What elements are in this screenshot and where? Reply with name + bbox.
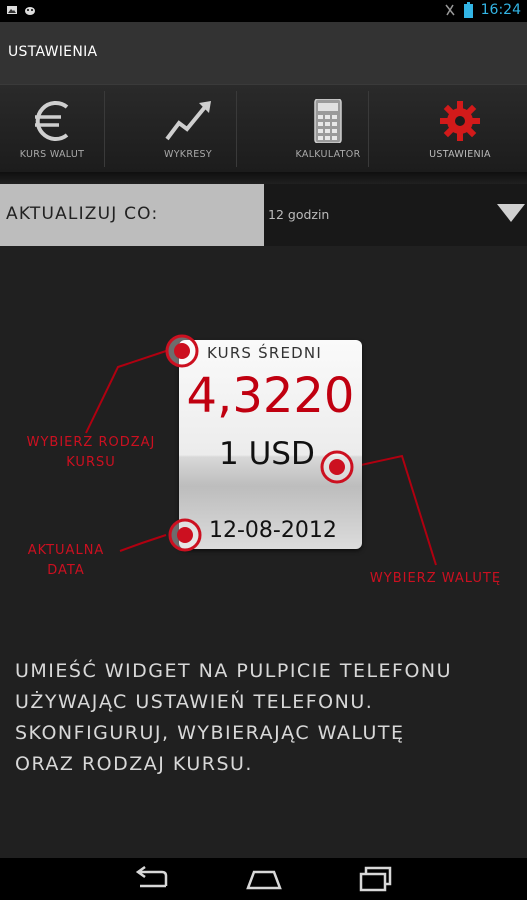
callout-date: AKTUALNA DATA <box>10 541 122 581</box>
back-button-icon[interactable] <box>132 866 172 892</box>
action-bar: USTAWIENIA <box>0 22 527 84</box>
refresh-label: AKTUALIZUJ CO: <box>6 204 159 224</box>
tab-divider <box>368 91 369 167</box>
refresh-setting-row: AKTUALIZUJ CO: 12 godzin <box>0 184 527 246</box>
refresh-label-box: AKTUALIZUJ CO: <box>0 184 264 246</box>
tab-divider <box>236 91 237 167</box>
android-notification-icon <box>25 7 35 15</box>
chart-up-icon <box>165 101 211 141</box>
callout-rate-type-line1: WYBIERZ RODZAJ <box>26 435 156 450</box>
euro-icon <box>35 101 69 141</box>
widget-rate-value: 4,3220 <box>186 368 355 424</box>
widget-rate-type: KURS ŚREDNI <box>207 344 322 362</box>
status-bar: 16:24 <box>0 0 527 22</box>
refresh-interval-dropdown[interactable]: 12 godzin <box>264 184 527 246</box>
refresh-interval-value: 12 godzin <box>268 207 330 222</box>
tab-label: USTAWIENIA <box>429 149 491 160</box>
navigation-bar <box>0 858 527 900</box>
tab-kurs-walut[interactable]: KURS WALUT <box>0 89 104 169</box>
calculator-icon <box>314 99 342 143</box>
tab-ustawienia[interactable]: USTAWIENIA <box>408 89 512 169</box>
instruction-line: UMIEŚĆ WIDGET NA PULPICIE TELEFONU <box>15 660 453 682</box>
instruction-line: SKONFIGURUJ, WYBIERAJĄC WALUTĘ <box>15 722 405 744</box>
tab-bar-shadow <box>0 172 527 184</box>
page-title: USTAWIENIA <box>8 44 98 60</box>
callout-currency: WYBIERZ WALUTĘ <box>369 571 502 586</box>
tab-wykresy[interactable]: WYKRESY <box>136 89 240 169</box>
dropdown-arrow-icon <box>497 204 525 222</box>
tab-kalkulator[interactable]: KALKULATOR <box>276 89 380 169</box>
gear-icon <box>440 101 480 141</box>
instruction-line: UŻYWAJĄC USTAWIEŃ TELEFONU. <box>15 691 374 713</box>
tab-label: KURS WALUT <box>19 149 85 160</box>
instruction-line: ORAZ RODZAJ KURSU. <box>15 753 253 775</box>
callout-rate-type: WYBIERZ RODZAJ KURSU <box>6 433 176 473</box>
widget-currency: 1 USD <box>219 436 315 472</box>
home-button-icon[interactable] <box>244 866 284 892</box>
callout-date-line1: AKTUALNA <box>27 543 105 558</box>
tab-divider <box>104 91 105 167</box>
image-notification-icon <box>7 6 17 14</box>
tab-label: WYKRESY <box>164 149 212 160</box>
instructions-text: UMIEŚĆ WIDGET NA PULPICIE TELEFONU UŻYWA… <box>15 656 525 780</box>
widget-date: 12-08-2012 <box>209 518 337 543</box>
callout-date-line2: DATA <box>47 563 85 578</box>
battery-icon <box>463 2 473 18</box>
callout-rate-type-line2: KURSU <box>66 455 116 470</box>
tab-label: KALKULATOR <box>295 149 361 160</box>
tab-bar: KURS WALUT WYKRESY KALKULATOR USTAWIENIA <box>0 84 527 173</box>
status-time: 16:24 <box>480 2 521 18</box>
wifi-off-icon <box>445 4 455 16</box>
widget-preview: KURS ŚREDNI 4,3220 1 USD 12-08-2012 <box>179 340 362 549</box>
recent-apps-button-icon[interactable] <box>356 866 396 892</box>
